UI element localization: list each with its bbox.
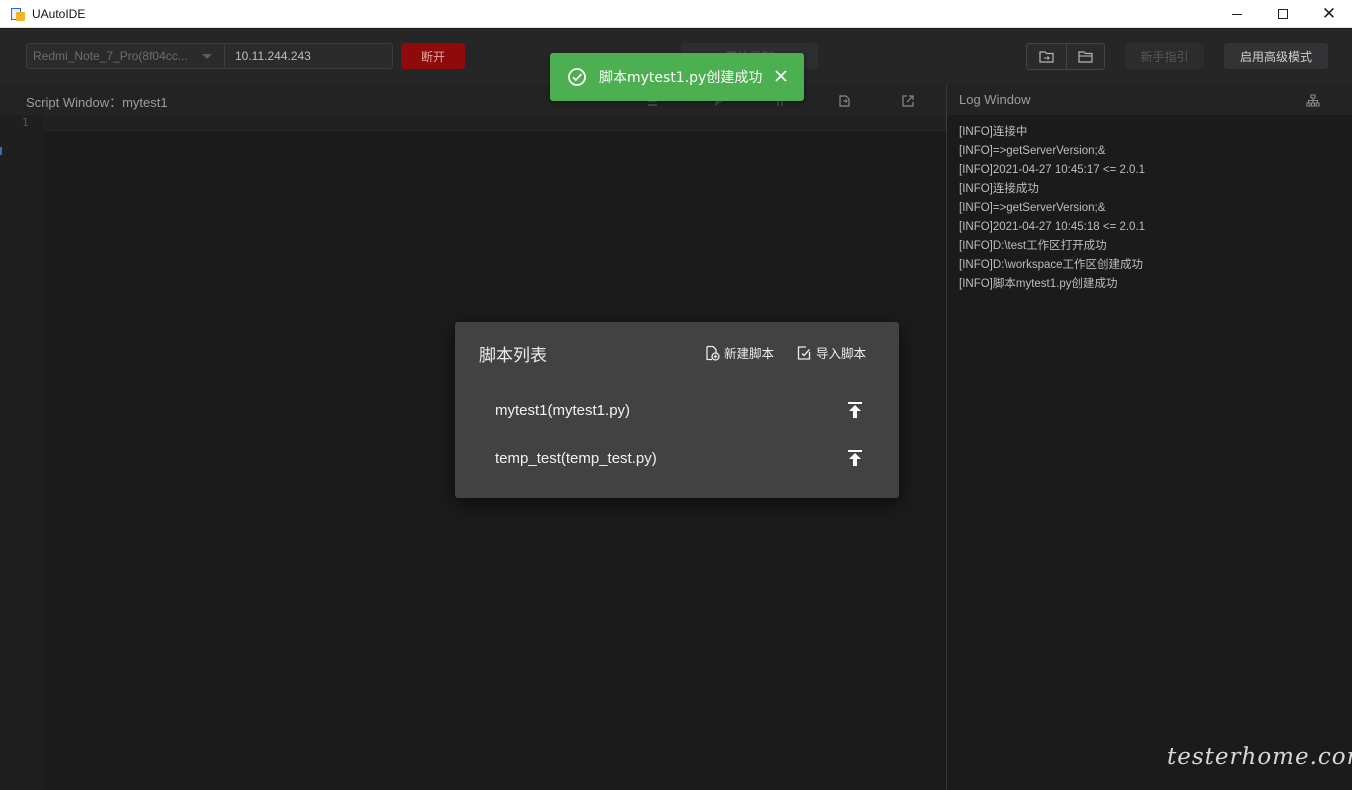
move-to-top-icon[interactable] [845,400,865,420]
close-icon[interactable] [772,67,790,85]
minimize-icon [1232,13,1242,15]
new-script-button[interactable]: 新建脚本 [704,343,774,362]
close-icon: ✕ [1321,3,1337,24]
app-icon [11,7,25,21]
export-code-icon[interactable] [837,94,851,108]
dialog-title: 脚本列表 [479,346,547,366]
sitemap-icon[interactable] [1306,94,1320,108]
log-line: [INFO]连接中 [959,126,1028,138]
check-circle-icon [568,68,586,86]
success-toast: 脚本mytest1.py创建成功 [550,53,804,101]
ip-address-input[interactable]: 10.11.244.243 [225,43,393,69]
open-workspace-button[interactable] [1065,44,1105,69]
log-line: [INFO]D:\workspace工作区创建成功 [959,259,1144,271]
title-bar: UAutoIDE ✕ [0,0,1352,28]
folder-sync-icon [1039,51,1054,63]
import-script-label: 导入脚本 [816,346,867,361]
line-number: 1 [22,116,29,129]
import-file-icon [797,345,811,360]
new-file-icon [706,345,720,361]
disconnect-button[interactable]: 断开 [401,43,465,69]
script-window-title: Script Window：mytest1 [26,95,168,110]
log-line: [INFO]=>getServerVersion;& [959,145,1106,157]
current-line-highlight [44,115,946,131]
window-controls: ✕ [1214,0,1352,28]
close-window-button[interactable]: ✕ [1306,0,1352,28]
log-window-title: Log Window [959,92,1031,107]
move-to-top-icon[interactable] [845,448,865,468]
log-line: [INFO]=>getServerVersion;& [959,202,1106,214]
chevron-down-icon [202,54,212,59]
minimize-button[interactable] [1214,0,1260,28]
maximize-icon [1278,9,1288,19]
beginner-guide-button[interactable]: 新手指引 [1125,43,1204,69]
line-gutter: 1 [0,115,44,790]
script-name: temp_test(temp_test.py) [495,449,657,467]
list-item[interactable]: mytest1(mytest1.py) [495,398,865,422]
advanced-mode-button[interactable]: 启用高级模式 [1224,43,1328,69]
new-script-label: 新建脚本 [724,346,775,361]
device-select[interactable]: Redmi_Note_7_Pro(8f04cc... [26,43,225,69]
log-line: [INFO]2021-04-27 10:45:18 <= 2.0.1 [959,221,1146,233]
script-list-dialog: 脚本列表 新建脚本 导入脚本 mytest1(mytest1.py) temp_… [455,322,899,498]
toast-message: 脚本mytest1.py创建成功 [599,70,763,86]
maximize-button[interactable] [1260,0,1306,28]
editor-scroll-marker [0,147,2,155]
import-script-button[interactable]: 导入脚本 [796,343,866,362]
window-title: UAutoIDE [32,6,86,21]
script-window-header: Script Window：mytest1 [0,85,946,115]
list-item[interactable]: temp_test(temp_test.py) [495,446,865,470]
device-select-value: Redmi_Note_7_Pro(8f04cc... [33,49,188,63]
switch-workspace-button[interactable] [1027,44,1066,69]
log-output: [INFO]连接中 [INFO]=>getServerVersion;& [IN… [947,115,1352,790]
log-line: [INFO]脚本mytest1.py创建成功 [959,278,1118,290]
log-window-header: Log Window [947,85,1352,115]
log-line: [INFO]连接成功 [959,183,1039,195]
folder-open-icon [1078,51,1093,63]
folder-button-group [1026,43,1105,70]
log-line: [INFO]2021-04-27 10:45:17 <= 2.0.1 [959,164,1146,176]
open-external-icon[interactable] [901,94,915,108]
watermark: testerhome.com [1167,744,1352,770]
log-line: [INFO]D:\test工作区打开成功 [959,240,1107,252]
script-name: mytest1(mytest1.py) [495,401,631,419]
